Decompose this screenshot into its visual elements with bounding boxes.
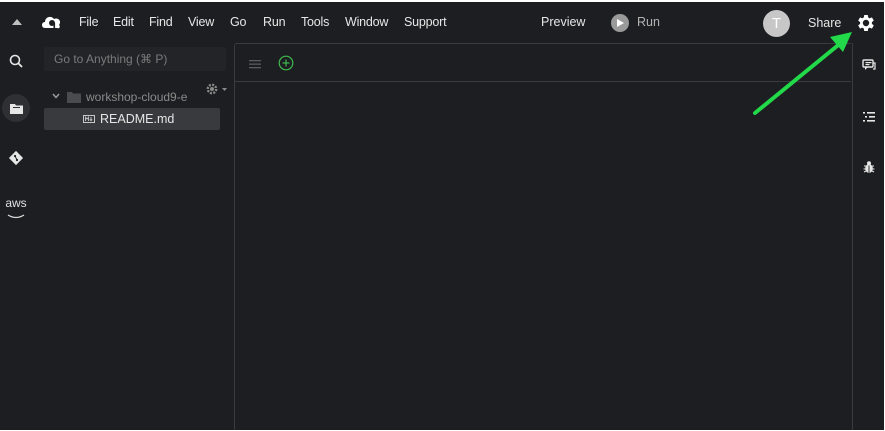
markdown-file-icon [83, 115, 95, 123]
folder-row[interactable]: workshop-cloud9-e [52, 88, 192, 106]
menu-bar: File Edit Find View Go Run Tools Window … [0, 2, 884, 43]
user-avatar[interactable]: T [763, 10, 790, 37]
new-tab-add-icon[interactable] [278, 55, 294, 71]
search-icon[interactable] [0, 45, 32, 77]
menu-go[interactable]: Go [230, 15, 246, 29]
chevron-down-icon [52, 93, 60, 99]
preferences-gear-icon[interactable] [855, 12, 877, 34]
folder-name: workshop-cloud9-e [86, 90, 188, 104]
collaborate-chat-icon[interactable] [853, 53, 885, 77]
file-name: README.md [100, 112, 175, 126]
file-row-readme[interactable]: README.md [44, 108, 220, 130]
collapse-menu-icon[interactable] [10, 16, 24, 28]
menu-view[interactable]: View [188, 15, 214, 29]
frame-top [0, 0, 885, 2]
tab-list-menu-icon[interactable] [249, 58, 261, 69]
environment-folder-icon[interactable] [0, 92, 32, 124]
menu-file[interactable]: File [79, 15, 99, 29]
cloud9-logo-icon[interactable] [40, 13, 62, 31]
editor-tab-bar [235, 44, 851, 82]
menu-support[interactable]: Support [404, 15, 447, 29]
aws-smile-icon [7, 214, 25, 219]
cloud9-ide: File Edit Find View Go Run Tools Window … [0, 0, 885, 431]
play-icon [611, 14, 629, 32]
right-rail [852, 43, 884, 430]
folder-icon [67, 92, 81, 103]
left-rail: aws [0, 43, 32, 430]
preview-button[interactable]: Preview [541, 15, 585, 29]
source-control-git-icon[interactable] [0, 142, 32, 174]
menu-run[interactable]: Run [263, 15, 286, 29]
run-button-label: Run [637, 15, 660, 29]
aws-label: aws [5, 196, 27, 210]
menu-window[interactable]: Window [345, 15, 388, 29]
editor-area[interactable] [234, 43, 851, 430]
go-to-anything-input[interactable]: Go to Anything (⌘ P) [44, 47, 226, 71]
menu-tools[interactable]: Tools [301, 15, 329, 29]
menu-find[interactable]: Find [149, 15, 173, 29]
outline-list-icon[interactable] [853, 105, 885, 129]
menu-edit[interactable]: Edit [113, 15, 134, 29]
tree-settings-gear-icon[interactable] [205, 82, 229, 96]
debugger-bug-icon[interactable] [853, 155, 885, 179]
share-button[interactable]: Share [808, 16, 841, 30]
file-tree-panel: Go to Anything (⌘ P) workshop-cloud9-e R… [32, 43, 232, 430]
aws-explorer-icon[interactable]: aws [0, 194, 32, 226]
